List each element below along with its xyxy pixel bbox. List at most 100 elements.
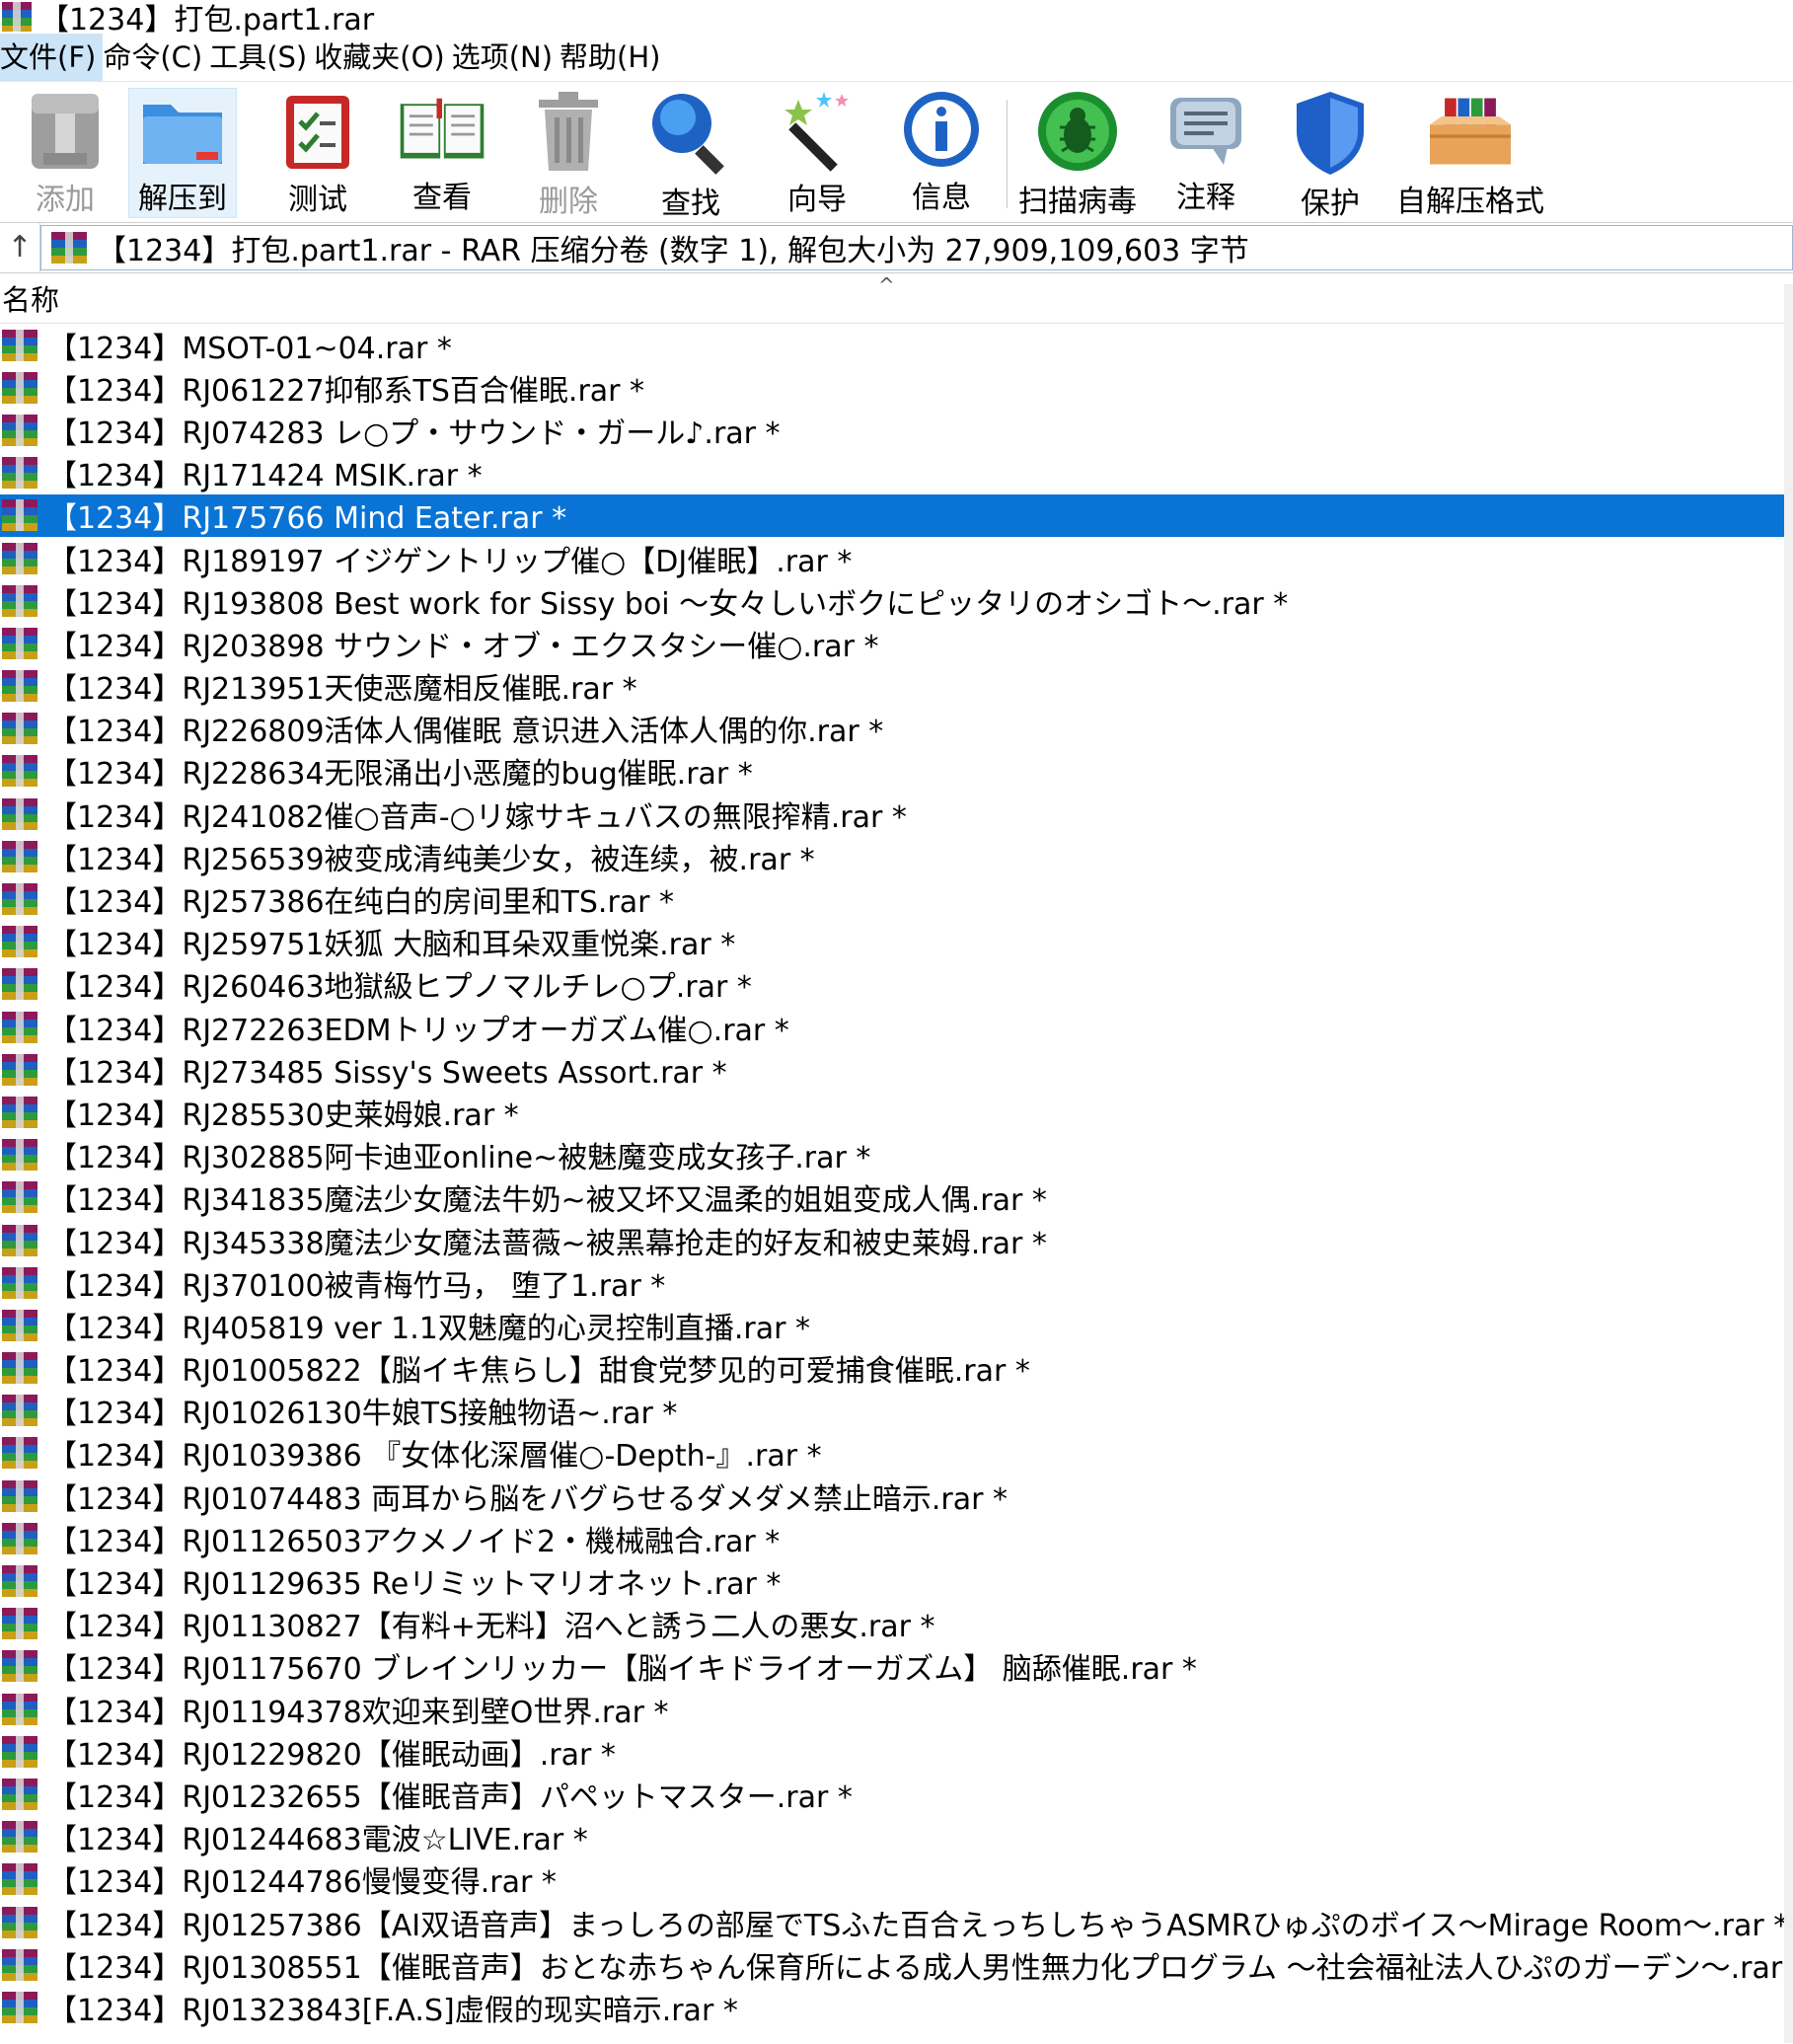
- file-name: 【1234】RJ193808 Best work for Sissy boi ～…: [47, 586, 1289, 622]
- list-item[interactable]: 【1234】RJ226809活体人偶催眠 意识进入活体人偶的你.rar *: [0, 708, 1793, 750]
- file-name: 【1234】RJ405819 ver 1.1双魅魔的心灵控制直播.rar *: [47, 1311, 811, 1346]
- file-name: 【1234】RJ256539被变成清纯美少女，被连续，被.rar *: [47, 842, 815, 877]
- list-item[interactable]: 【1234】RJ01232655【催眠音声】パペットマスター.rar *: [0, 1773, 1793, 1815]
- menu-options[interactable]: 选项(N): [452, 34, 560, 81]
- find-button[interactable]: 查找: [645, 88, 736, 221]
- shield-icon: [1285, 88, 1376, 177]
- list-item[interactable]: 【1234】RJ01194378欢迎来到壁O世界.rar *: [0, 1688, 1793, 1730]
- rar-file-icon: [2, 1608, 37, 1640]
- toolbar-separator: [1007, 100, 1008, 208]
- list-item[interactable]: 【1234】RJ171424 MSIK.rar *: [0, 452, 1793, 494]
- file-name: 【1234】RJ345338魔法少女魔法蔷薇~被黑幕抢走的好友和被史莱姆.rar…: [47, 1226, 1047, 1261]
- up-arrow-icon[interactable]: ↑: [0, 223, 40, 272]
- list-item[interactable]: 【1234】RJ175766 Mind Eater.rar *: [0, 493, 1793, 537]
- info-label: 信息: [912, 181, 971, 215]
- rar-file-icon: [2, 1735, 37, 1768]
- rar-file-icon: [2, 883, 37, 916]
- file-name: 【1234】RJ259751妖狐 大脑和耳朵双重悦楽.rar *: [47, 928, 736, 963]
- file-name: 【1234】RJ01129635 Reリミットマリオネット.rar *: [47, 1567, 782, 1603]
- menu-file[interactable]: 文件(F): [0, 34, 104, 81]
- list-item[interactable]: 【1234】RJ193808 Best work for Sissy boi ～…: [0, 579, 1793, 622]
- extract-to-button[interactable]: 解压到: [128, 88, 237, 218]
- list-item[interactable]: 【1234】RJ203898 サウンド・オブ・エクスタシー催○.rar *: [0, 622, 1793, 664]
- add-button[interactable]: 添加: [20, 88, 111, 217]
- rar-file-icon: [2, 670, 37, 703]
- virus-scan-button[interactable]: 扫描病毒: [1016, 88, 1139, 219]
- list-item[interactable]: 【1234】RJ01244683電波☆LIVE.rar *: [0, 1816, 1793, 1858]
- list-item[interactable]: 【1234】RJ241082催○音声-○リ嫁サキュバスの無限搾精.rar *: [0, 793, 1793, 835]
- sfx-button[interactable]: 自解压格式: [1396, 88, 1544, 219]
- list-item[interactable]: 【1234】RJ259751妖狐 大脑和耳朵双重悦楽.rar *: [0, 921, 1793, 963]
- scrollbar[interactable]: [1784, 284, 1793, 2043]
- menu-tools[interactable]: 工具(S): [209, 34, 314, 81]
- magic-wand-icon: [772, 88, 862, 173]
- list-item[interactable]: 【1234】RJ256539被变成清纯美少女，被连续，被.rar *: [0, 835, 1793, 877]
- file-name: 【1234】RJ01026130牛娘TS接触物语~.rar *: [47, 1397, 678, 1432]
- file-name: 【1234】RJ074283 レ○プ・サウンド・ガール♪.rar *: [47, 416, 781, 451]
- menu-commands[interactable]: 命令(C): [103, 34, 209, 81]
- list-item[interactable]: 【1234】RJ285530史莱姆娘.rar *: [0, 1091, 1793, 1133]
- list-item[interactable]: 【1234】RJ061227抑郁系TS百合催眠.rar *: [0, 366, 1793, 409]
- list-item[interactable]: 【1234】MSOT-01~04.rar *: [0, 324, 1793, 366]
- rar-file-icon: [2, 1011, 37, 1043]
- archive-icon: [51, 232, 87, 264]
- archive-path[interactable]: 【1234】打包.part1.rar - RAR 压缩分卷 (数字 1), 解包…: [40, 225, 1793, 270]
- list-item[interactable]: 【1234】RJ01074483 両耳から脳をバグらせるダメダメ禁止暗示.rar…: [0, 1475, 1793, 1517]
- view-button[interactable]: 查看: [391, 88, 493, 216]
- list-item[interactable]: 【1234】RJ370100被青梅竹马， 堕了1.rar *: [0, 1261, 1793, 1304]
- archive-path-text: 【1234】打包.part1.rar - RAR 压缩分卷 (数字 1), 解包…: [97, 234, 1249, 268]
- delete-button[interactable]: 删除: [523, 88, 614, 219]
- menu-help[interactable]: 帮助(H): [560, 34, 667, 81]
- rar-file-icon: [2, 542, 37, 574]
- file-name: 【1234】RJ01194378欢迎来到壁O世界.rar *: [47, 1695, 669, 1730]
- list-item[interactable]: 【1234】RJ405819 ver 1.1双魅魔的心灵控制直播.rar *: [0, 1304, 1793, 1346]
- file-name: 【1234】RJ189197 イジゲントリップ催○【DJ催眠】.rar *: [47, 544, 853, 579]
- menu-favorites[interactable]: 收藏夹(O): [314, 34, 451, 81]
- protect-button[interactable]: 保护: [1285, 88, 1376, 221]
- rar-file-icon: [2, 1948, 37, 1981]
- rar-file-icon: [2, 1437, 37, 1470]
- file-name: 【1234】RJ213951天使恶魔相反催眠.rar *: [47, 672, 637, 708]
- file-name: 【1234】RJ341835魔法少女魔法牛奶~被又坏又温柔的姐姐变成人偶.rar…: [47, 1183, 1047, 1219]
- list-item[interactable]: 【1234】RJ01126503アクメノイド2・機械融合.rar *: [0, 1517, 1793, 1559]
- list-item[interactable]: 【1234】RJ01130827【有料+无料】沼へと誘う二人の悪女.rar *: [0, 1603, 1793, 1645]
- list-item[interactable]: 【1234】RJ074283 レ○プ・サウンド・ガール♪.rar *: [0, 409, 1793, 451]
- file-name: 【1234】RJ01039386 『女体化深層催○-Depth-』.rar *: [47, 1439, 822, 1475]
- wizard-button[interactable]: 向导: [772, 88, 862, 217]
- rar-file-icon: [2, 1565, 37, 1598]
- sort-ascending-icon: ^: [878, 273, 895, 297]
- sfx-label: 自解压格式: [1396, 185, 1544, 219]
- list-item[interactable]: 【1234】RJ01175670 ブレインリッカー【脳イキドライオーガズム】 脑…: [0, 1645, 1793, 1688]
- list-item[interactable]: 【1234】RJ01244786慢慢变得.rar *: [0, 1858, 1793, 1901]
- list-item[interactable]: 【1234】RJ189197 イジゲントリップ催○【DJ催眠】.rar *: [0, 537, 1793, 579]
- list-item[interactable]: 【1234】RJ260463地獄級ヒプノマルチレ○プ.rar *: [0, 963, 1793, 1006]
- list-item[interactable]: 【1234】RJ01026130牛娘TS接触物语~.rar *: [0, 1390, 1793, 1432]
- virus-scan-label: 扫描病毒: [1018, 185, 1137, 219]
- list-item[interactable]: 【1234】RJ01005822【脳イキ焦らし】甜食党梦见的可爱捕食催眠.rar…: [0, 1347, 1793, 1390]
- comment-label: 注释: [1176, 181, 1235, 215]
- list-item[interactable]: 【1234】RJ345338魔法少女魔法蔷薇~被黑幕抢走的好友和被史莱姆.rar…: [0, 1219, 1793, 1261]
- rar-file-icon: [2, 797, 37, 830]
- list-item[interactable]: 【1234】RJ01323843[F.A.S]虚假的现实暗示.rar *: [0, 1986, 1793, 2028]
- info-button[interactable]: 信息: [896, 88, 987, 216]
- list-item[interactable]: 【1234】RJ257386在纯白的房间里和TS.rar *: [0, 877, 1793, 920]
- list-item[interactable]: 【1234】RJ228634无限涌出小恶魔的bug催眠.rar *: [0, 750, 1793, 793]
- list-item[interactable]: 【1234】RJ01257386【AI双语音声】まっしろの部屋でTSふた百合えっ…: [0, 1901, 1793, 1943]
- list-item[interactable]: 【1234】RJ341835魔法少女魔法牛奶~被又坏又温柔的姐姐变成人偶.rar…: [0, 1176, 1793, 1219]
- test-label: 测试: [288, 183, 347, 217]
- list-item[interactable]: 【1234】RJ302885阿卡迪亚online~被魅魔变成女孩子.rar *: [0, 1134, 1793, 1176]
- list-item[interactable]: 【1234】RJ01229820【催眠动画】.rar *: [0, 1730, 1793, 1773]
- column-name-header[interactable]: 名称: [2, 277, 59, 319]
- comment-button[interactable]: 注释: [1160, 88, 1251, 216]
- title-bar: 【1234】打包.part1.rar: [0, 0, 1793, 38]
- winrar-icon: [2, 2, 32, 32]
- list-item[interactable]: 【1234】RJ272263EDMトリップオーガズム催○.rar *: [0, 1006, 1793, 1048]
- list-item[interactable]: 【1234】RJ01308551【催眠音声】おとな赤ちゃん保育所による成人男性無…: [0, 1943, 1793, 1986]
- list-item[interactable]: 【1234】RJ01129635 Reリミットマリオネット.rar *: [0, 1559, 1793, 1602]
- list-item[interactable]: 【1234】RJ273485 Sissy's Sweets Assort.rar…: [0, 1048, 1793, 1091]
- rar-file-icon: [2, 1650, 37, 1683]
- test-button[interactable]: 测试: [272, 88, 363, 217]
- list-item[interactable]: 【1234】RJ01039386 『女体化深層催○-Depth-』.rar *: [0, 1432, 1793, 1475]
- list-item[interactable]: 【1234】RJ213951天使恶魔相反催眠.rar *: [0, 665, 1793, 708]
- rar-file-icon: [2, 414, 37, 446]
